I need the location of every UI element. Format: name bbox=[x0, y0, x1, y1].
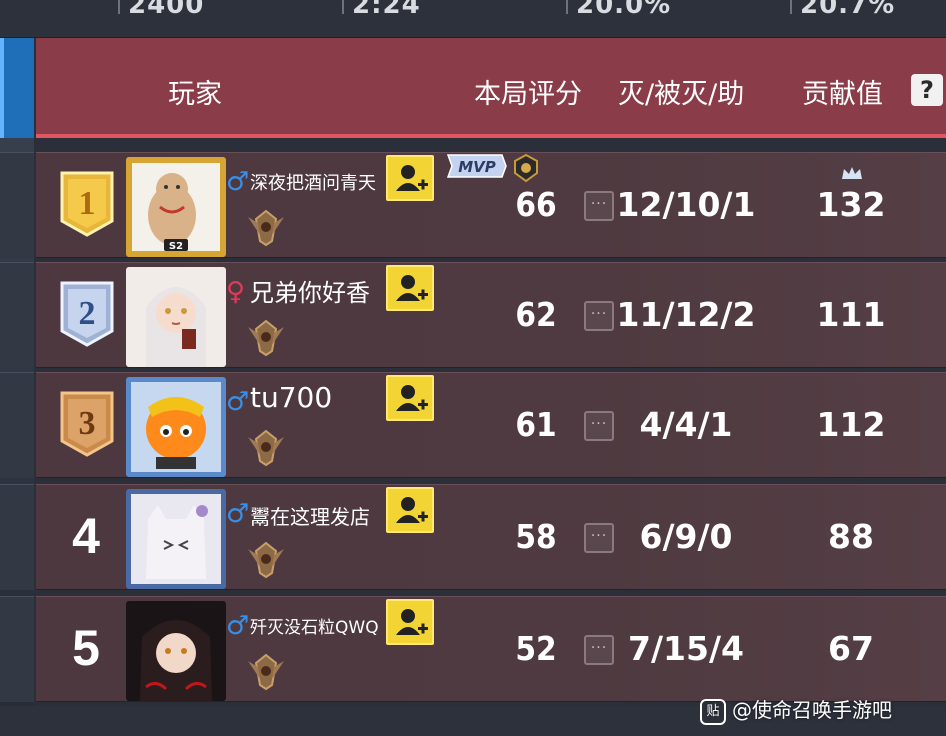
rank-emblem-icon bbox=[244, 427, 288, 467]
player-name: 歼灭没石粒QWQ bbox=[250, 618, 379, 638]
add-friend-button[interactable] bbox=[386, 375, 434, 421]
team-tab-blue[interactable] bbox=[0, 38, 34, 138]
player-avatar[interactable] bbox=[126, 601, 226, 701]
player-avatar[interactable] bbox=[126, 267, 226, 367]
player-name: 深夜把酒问青天 bbox=[250, 173, 376, 194]
row-side bbox=[0, 372, 34, 478]
details-button[interactable]: ··· bbox=[584, 635, 614, 665]
add-friend-button[interactable] bbox=[386, 487, 434, 533]
rank-badge-silver: 2 bbox=[58, 279, 116, 347]
player-avatar[interactable] bbox=[126, 489, 226, 589]
rank-emblem-icon bbox=[244, 317, 288, 357]
details-button[interactable]: ··· bbox=[584, 523, 614, 553]
row-side bbox=[0, 484, 34, 590]
player-avatar[interactable] bbox=[126, 377, 226, 477]
kda-value: 11/12/2 bbox=[616, 295, 756, 334]
rank-badge-bronze: 3 bbox=[58, 389, 116, 457]
rank-emblem-icon bbox=[244, 651, 288, 691]
add-friend-button[interactable] bbox=[386, 265, 434, 311]
details-button[interactable]: ··· bbox=[584, 411, 614, 441]
gender-male-icon: ♂ bbox=[226, 611, 250, 641]
rank-number: 2 bbox=[79, 295, 96, 332]
player-row-2[interactable]: 2 ♀ 兄弟你好香 62 ··· 11/12/2 111 bbox=[36, 262, 946, 368]
rank-number: 3 bbox=[79, 405, 96, 442]
player-row-4[interactable]: 4 ♂ 鬻在这理发店 58 ··· 6/9/0 88 bbox=[36, 484, 946, 590]
contribution-value: 67 bbox=[828, 629, 874, 668]
add-friend-button[interactable] bbox=[386, 155, 434, 201]
kda-value: 7/15/4 bbox=[628, 629, 744, 668]
row-side bbox=[0, 596, 34, 702]
rank-emblem-icon bbox=[244, 207, 288, 247]
score-value: 61 bbox=[515, 405, 557, 444]
rank-emblem-icon bbox=[244, 539, 288, 579]
score-value: 58 bbox=[515, 517, 557, 556]
details-button[interactable]: ··· bbox=[584, 191, 614, 221]
header-contribution: 贡献值 bbox=[802, 79, 883, 110]
row-side bbox=[0, 262, 34, 368]
player-row-3[interactable]: 3 ♂ tu700 61 ··· 4/4/1 112 bbox=[36, 372, 946, 478]
player-row-5[interactable]: 5 ♂ 歼灭没石粒QWQ 52 ··· 7/15/4 67 bbox=[36, 596, 946, 702]
rank-number: 5 bbox=[72, 620, 100, 676]
add-friend-button[interactable] bbox=[386, 599, 434, 645]
details-button[interactable]: ··· bbox=[584, 301, 614, 331]
top-stat-1: 2400 bbox=[128, 0, 205, 20]
mvp-medal-icon bbox=[514, 153, 538, 183]
header-kda: 灭/被灭/助 bbox=[618, 79, 745, 110]
kda-value: 6/9/0 bbox=[639, 517, 733, 556]
mvp-label: MVP bbox=[458, 158, 496, 176]
top-stat-4: 20.7% bbox=[800, 0, 896, 20]
score-value: 62 bbox=[515, 295, 557, 334]
gender-male-icon: ♂ bbox=[226, 387, 250, 417]
row-side bbox=[0, 152, 34, 258]
divider bbox=[566, 0, 568, 14]
player-name: 鬻在这理发店 bbox=[250, 505, 370, 529]
top-stats-bar: 2400 2:24 20.0% 20.7% bbox=[0, 0, 946, 38]
rank-badge-gold: 1 bbox=[58, 169, 116, 237]
contribution-value: 112 bbox=[816, 405, 886, 444]
top-stat-2: 2:24 bbox=[352, 0, 421, 20]
contribution-value: 132 bbox=[816, 185, 886, 224]
divider bbox=[790, 0, 792, 14]
top-stat-3: 20.0% bbox=[576, 0, 672, 20]
gender-male-icon: ♂ bbox=[226, 167, 250, 197]
header-player: 玩家 bbox=[168, 79, 222, 110]
scoreboard-header: 玩家 本局评分 灭/被灭/助 贡献值 ? bbox=[36, 38, 946, 138]
score-value: 52 bbox=[515, 629, 557, 668]
rank-number: 1 bbox=[79, 185, 96, 222]
mvp-badge-icon: MVP bbox=[446, 154, 507, 178]
tieba-icon: 贴 bbox=[700, 698, 726, 725]
crown-icon bbox=[842, 167, 862, 179]
gender-female-icon: ♀ bbox=[226, 277, 246, 307]
score-value: 66 bbox=[515, 185, 557, 224]
player-avatar[interactable]: S2 bbox=[126, 157, 226, 257]
player-row-1[interactable]: 1 S2 ♂ 深夜把酒问青天 MVP 66 ··· 12/10/1 132 bbox=[36, 152, 946, 258]
kda-value: 12/10/1 bbox=[616, 185, 756, 224]
player-name: 兄弟你好香 bbox=[250, 279, 370, 307]
rank-number: 4 bbox=[72, 508, 100, 564]
gender-male-icon: ♂ bbox=[226, 499, 250, 529]
player-name: tu700 bbox=[250, 381, 333, 414]
divider bbox=[118, 0, 120, 14]
contribution-value: 88 bbox=[828, 517, 874, 556]
contribution-value: 111 bbox=[816, 295, 886, 334]
kda-value: 4/4/1 bbox=[639, 405, 733, 444]
help-button[interactable]: ? bbox=[911, 74, 943, 106]
avatar-tag: S2 bbox=[169, 241, 183, 252]
divider bbox=[342, 0, 344, 14]
header-score: 本局评分 bbox=[474, 79, 582, 110]
watermark-text: @使命召唤手游吧 bbox=[732, 698, 892, 722]
watermark: 贴 @使命召唤手游吧 bbox=[700, 694, 892, 725]
